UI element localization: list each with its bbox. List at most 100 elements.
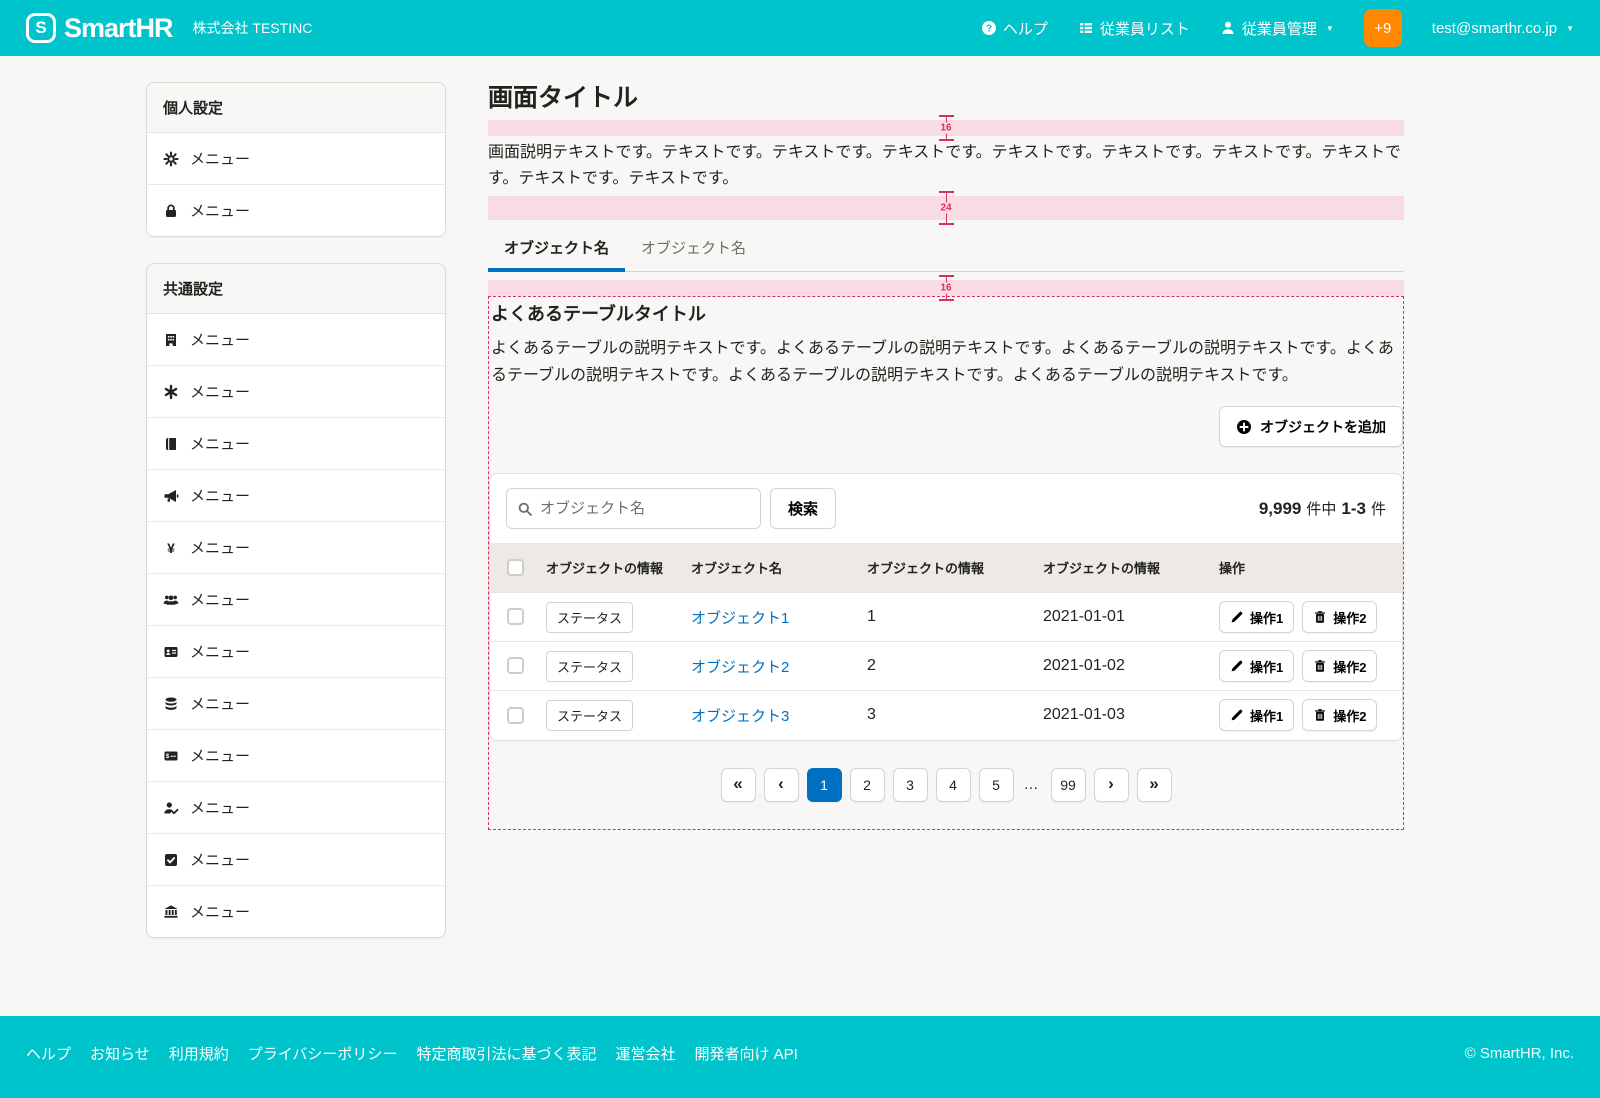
pagination-page-99[interactable]: 99 — [1051, 768, 1086, 802]
book-icon — [163, 436, 179, 452]
sidebar-item[interactable]: ¥ メニュー — [147, 522, 445, 574]
select-all-checkbox[interactable] — [507, 559, 524, 576]
tab-object-1[interactable]: オブジェクト名 — [488, 229, 625, 271]
footer-link[interactable]: お知らせ — [90, 1043, 150, 1064]
footer-link[interactable]: 特定商取引法に基づく表記 — [416, 1043, 596, 1064]
footer-link[interactable]: ヘルプ — [26, 1043, 71, 1064]
delete-button[interactable]: 操作2 — [1302, 601, 1377, 633]
sidebar-item[interactable]: メニュー — [147, 782, 445, 834]
database-icon — [163, 696, 179, 712]
footer-link[interactable]: プライバシーポリシー — [248, 1043, 398, 1064]
row-actions: 操作1 操作2 — [1219, 699, 1394, 731]
nav-employee-list[interactable]: 従業員リスト — [1078, 18, 1190, 39]
search-input[interactable] — [540, 500, 750, 517]
nav-employee-admin-dropdown[interactable]: 従業員管理 ▼ — [1220, 18, 1334, 39]
pagination-page-3[interactable]: 3 — [893, 768, 928, 802]
column-header: オブジェクトの情報 — [859, 543, 1035, 593]
nav-help-label: ヘルプ — [1003, 18, 1048, 39]
pagination-ellipsis: … — [1022, 776, 1043, 793]
sidebar-item-label: メニュー — [190, 797, 250, 818]
sidebar-item[interactable]: メニュー — [147, 678, 445, 730]
pencil-icon — [1230, 610, 1244, 624]
pagination-next-button[interactable]: › — [1094, 768, 1129, 802]
sidebar-item[interactable]: メニュー — [147, 418, 445, 470]
row-checkbox[interactable] — [507, 707, 524, 724]
sidebar-item-label: メニュー — [190, 849, 250, 870]
edit-button[interactable]: 操作1 — [1219, 650, 1294, 682]
status-badge: ステータス — [546, 700, 633, 731]
copyright: © SmartHR, Inc. — [1465, 1045, 1574, 1062]
table-section-title: よくあるテーブルタイトル — [489, 300, 1403, 326]
sidebar-section-title: 個人設定 — [147, 83, 445, 133]
pagination-first-button[interactable]: « — [721, 768, 756, 802]
sidebar: 個人設定 メニュー メニュー 共通設定 メニュー メニュー メニュー — [146, 82, 446, 964]
sidebar-item[interactable]: メニュー — [147, 133, 445, 185]
spacing-value: 24 — [938, 203, 953, 214]
search-icon — [517, 501, 533, 517]
table-section-description: よくあるテーブルの説明テキストです。よくあるテーブルの説明テキストです。よくある… — [489, 336, 1403, 389]
tab-bar: オブジェクト名 オブジェクト名 — [488, 229, 1404, 272]
account-dropdown[interactable]: test@smarthr.co.jp ▼ — [1432, 20, 1574, 37]
sidebar-item[interactable]: メニュー — [147, 626, 445, 678]
sidebar-item[interactable]: メニュー — [147, 834, 445, 886]
trash-icon — [1313, 610, 1327, 624]
sidebar-item-label: メニュー — [190, 537, 250, 558]
column-header: オブジェクトの情報 — [538, 543, 683, 593]
nav-help[interactable]: ? ヘルプ — [981, 18, 1048, 39]
company-name: 株式会社 TESTINC — [193, 18, 313, 38]
footer-link[interactable]: 利用規約 — [169, 1043, 229, 1064]
chevron-down-icon: ▼ — [1326, 24, 1334, 33]
sidebar-item[interactable]: メニュー — [147, 574, 445, 626]
pagination-page-1[interactable]: 1 — [807, 768, 842, 802]
table-card: 検索 9,999 件中 1-3 件 オブジェクトの情報 オブジェクト名 — [489, 473, 1403, 741]
row-checkbox[interactable] — [507, 657, 524, 674]
pagination-last-button[interactable]: » — [1137, 768, 1172, 802]
pagination-prev-button[interactable]: ‹ — [764, 768, 799, 802]
search-row: 検索 9,999 件中 1-3 件 — [490, 474, 1402, 543]
sidebar-item[interactable]: メニュー — [147, 470, 445, 522]
brand-area: S SmartHR 株式会社 TESTINC — [26, 13, 312, 44]
sidebar-section-common: 共通設定 メニュー メニュー メニュー メニュー ¥ メニュー メニュー — [146, 263, 446, 938]
page-body: 個人設定 メニュー メニュー 共通設定 メニュー メニュー メニュー — [0, 56, 1600, 1016]
delete-button[interactable]: 操作2 — [1302, 650, 1377, 682]
sidebar-item[interactable]: メニュー — [147, 185, 445, 236]
app-footer: ヘルプお知らせ利用規約プライバシーポリシー特定商取引法に基づく表記運営会社開発者… — [0, 1016, 1600, 1098]
nav-employee-list-label: 従業員リスト — [1100, 18, 1190, 39]
footer-link[interactable]: 運営会社 — [615, 1043, 675, 1064]
pagination-page-4[interactable]: 4 — [936, 768, 971, 802]
notification-badge[interactable]: +9 — [1364, 9, 1402, 47]
object-link[interactable]: オブジェクト1 — [691, 610, 789, 627]
add-object-button[interactable]: オブジェクトを追加 — [1219, 406, 1403, 447]
edit-button-label: 操作1 — [1250, 608, 1283, 627]
brand-name[interactable]: SmartHR — [64, 13, 173, 44]
pagination-page-5[interactable]: 5 — [979, 768, 1014, 802]
delete-button[interactable]: 操作2 — [1302, 699, 1377, 731]
sidebar-item-label: メニュー — [190, 433, 250, 454]
sidebar-item-label: メニュー — [190, 485, 250, 506]
spacing-measure-16: 16 — [488, 120, 1404, 136]
object-link[interactable]: オブジェクト3 — [691, 708, 789, 725]
sidebar-item[interactable]: メニュー — [147, 314, 445, 366]
nav-employee-admin-label: 従業員管理 — [1242, 18, 1317, 39]
sidebar-item[interactable]: メニュー — [147, 366, 445, 418]
row-checkbox[interactable] — [507, 608, 524, 625]
help-icon: ? — [981, 20, 997, 36]
tab-object-2[interactable]: オブジェクト名 — [625, 229, 762, 271]
pagination-page-2[interactable]: 2 — [850, 768, 885, 802]
spacing-value: 16 — [938, 283, 953, 294]
sidebar-item-label: メニュー — [190, 745, 250, 766]
sidebar-item[interactable]: $ メニュー — [147, 730, 445, 782]
list-icon — [1078, 20, 1094, 36]
edit-button[interactable]: 操作1 — [1219, 601, 1294, 633]
edit-button[interactable]: 操作1 — [1219, 699, 1294, 731]
object-info-cell: 2 — [859, 642, 1035, 691]
object-link[interactable]: オブジェクト2 — [691, 659, 789, 676]
sidebar-item[interactable]: メニュー — [147, 886, 445, 937]
user-check-icon — [163, 800, 179, 816]
delete-button-label: 操作2 — [1333, 657, 1366, 676]
search-button[interactable]: 検索 — [770, 488, 836, 529]
sidebar-section-personal: 個人設定 メニュー メニュー — [146, 82, 446, 237]
payment-card-icon: $ — [163, 748, 179, 764]
smarthr-logo-icon[interactable]: S — [26, 13, 56, 43]
footer-link[interactable]: 開発者向け API — [694, 1043, 797, 1064]
